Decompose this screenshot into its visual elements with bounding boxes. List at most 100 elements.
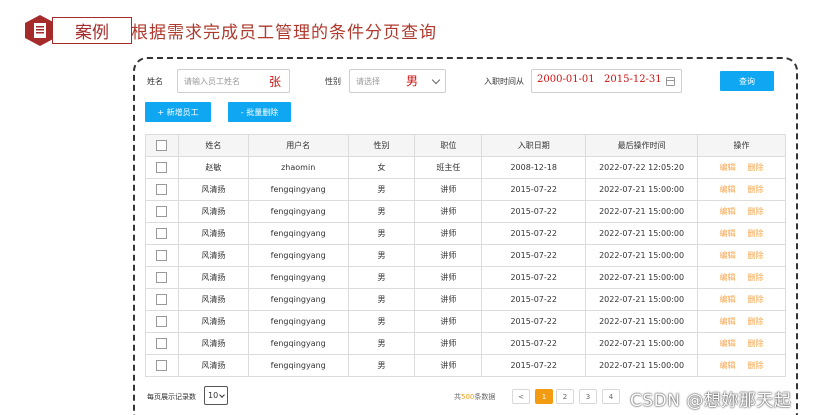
- hire-date-range-input[interactable]: 2000-01-01 2015-12-31: [531, 69, 682, 93]
- gender-label: 性别: [325, 77, 341, 86]
- edit-link[interactable]: 编辑: [720, 339, 736, 348]
- page-size-select[interactable]: 10: [204, 386, 228, 405]
- edit-link[interactable]: 编辑: [720, 207, 736, 216]
- page-size-value: 10: [208, 391, 219, 400]
- row-actions-cell: 编辑 删除: [697, 332, 786, 355]
- cell-last-modified: 2022-07-21 15:00:00: [585, 332, 699, 355]
- total-suffix: 条数据: [474, 393, 496, 401]
- page-button-4[interactable]: 4: [602, 389, 620, 404]
- prev-page-button[interactable]: <: [512, 389, 530, 404]
- name-input[interactable]: 请输入员工姓名 张: [177, 69, 290, 93]
- cell-position: 讲师: [414, 178, 483, 201]
- edit-link[interactable]: 编辑: [720, 185, 736, 194]
- cell-hire-date: 2015-07-22: [481, 244, 587, 267]
- cell-gender: 男: [347, 200, 416, 223]
- delete-link[interactable]: 删除: [748, 163, 764, 172]
- edit-link[interactable]: 编辑: [720, 295, 736, 304]
- edit-link[interactable]: 编辑: [720, 273, 736, 282]
- delete-link[interactable]: 删除: [748, 317, 764, 326]
- cell-hire-date: 2015-07-22: [481, 200, 587, 223]
- row-checkbox[interactable]: [156, 162, 168, 173]
- delete-link[interactable]: 删除: [748, 295, 764, 304]
- cell-last-modified: 2022-07-21 15:00:00: [585, 288, 699, 311]
- page-button-2[interactable]: 2: [556, 389, 574, 404]
- header-actions: 操作: [697, 134, 786, 157]
- row-actions-cell: 编辑 删除: [697, 222, 786, 245]
- table-row: 风清扬 fengqingyang 男讲师 2015-07-22 2022-07-21 1…: [145, 266, 786, 289]
- cell-username: fengqingyang: [247, 266, 349, 289]
- table-row: 风清扬 fengqingyang 男讲师 2015-07-22 2022-07-21 1…: [145, 244, 786, 267]
- header-gender: 性别: [347, 134, 416, 157]
- row-checkbox[interactable]: [156, 316, 168, 327]
- table-row: 风清扬 fengqingyang 男讲师 2015-07-22 2022-07-21 1…: [145, 310, 786, 333]
- row-checkbox[interactable]: [156, 360, 168, 371]
- cell-name: 风清扬: [177, 244, 249, 267]
- delete-link[interactable]: 删除: [748, 185, 764, 194]
- row-actions-cell: 编辑 删除: [697, 244, 786, 267]
- cell-position: 讲师: [414, 332, 483, 355]
- delete-link[interactable]: 删除: [748, 229, 764, 238]
- total-count-text: 共500条数据: [454, 392, 495, 402]
- delete-link[interactable]: 删除: [748, 273, 764, 282]
- cell-gender: 男: [347, 354, 416, 377]
- cell-last-modified: 2022-07-21 15:00:00: [585, 244, 699, 267]
- cell-username: fengqingyang: [247, 288, 349, 311]
- row-actions-cell: 编辑 删除: [697, 266, 786, 289]
- cell-username: fengqingyang: [247, 178, 349, 201]
- table-body: 赵敏 zhaomin 女班主任 2008-12-18 2022-07-22 12:05:…: [145, 156, 786, 377]
- cell-hire-date: 2015-07-22: [481, 310, 587, 333]
- add-employee-button[interactable]: + 新增员工: [145, 102, 211, 122]
- cell-gender: 男: [347, 244, 416, 267]
- batch-delete-button[interactable]: - 批量删除: [228, 102, 291, 122]
- table-row: 风清扬 fengqingyang 男讲师 2015-07-22 2022-07-21 1…: [145, 332, 786, 355]
- cell-gender: 男: [347, 222, 416, 245]
- cell-last-modified: 2022-07-21 15:00:00: [585, 310, 699, 333]
- row-checkbox[interactable]: [156, 206, 168, 217]
- cell-username: fengqingyang: [247, 222, 349, 245]
- page-button-1[interactable]: 1: [535, 389, 553, 404]
- delete-link[interactable]: 删除: [748, 207, 764, 216]
- edit-link[interactable]: 编辑: [720, 317, 736, 326]
- edit-link[interactable]: 编辑: [720, 361, 736, 370]
- cell-username: zhaomin: [247, 156, 349, 179]
- cell-position: 讲师: [414, 222, 483, 245]
- cell-username: fengqingyang: [247, 310, 349, 333]
- page-title: 根据需求完成员工管理的条件分页查询: [131, 23, 437, 43]
- hire-date-from-label: 从: [516, 77, 524, 86]
- cell-gender: 女: [347, 156, 416, 179]
- cell-gender: 男: [347, 178, 416, 201]
- total-prefix: 共: [454, 393, 461, 401]
- select-all-checkbox[interactable]: [156, 140, 168, 151]
- date-start-value: 2000-01-01: [537, 74, 595, 85]
- cell-position: 班主任: [414, 156, 483, 179]
- delete-link[interactable]: 删除: [748, 339, 764, 348]
- row-checkbox[interactable]: [156, 250, 168, 261]
- chevron-down-icon: [431, 75, 441, 85]
- row-select-cell: [145, 200, 179, 223]
- delete-link[interactable]: 删除: [748, 361, 764, 370]
- edit-link[interactable]: 编辑: [720, 163, 736, 172]
- table-row: 赵敏 zhaomin 女班主任 2008-12-18 2022-07-22 12:05:…: [145, 156, 786, 179]
- row-select-cell: [145, 332, 179, 355]
- cell-username: fengqingyang: [247, 244, 349, 267]
- row-checkbox[interactable]: [156, 272, 168, 283]
- edit-link[interactable]: 编辑: [720, 229, 736, 238]
- cell-gender: 男: [347, 310, 416, 333]
- table-row: 风清扬 fengqingyang 男讲师 2015-07-22 2022-07-21 1…: [145, 222, 786, 245]
- cell-gender: 男: [347, 332, 416, 355]
- page-button-3[interactable]: 3: [579, 389, 597, 404]
- query-button[interactable]: 查询: [720, 71, 774, 91]
- row-checkbox[interactable]: [156, 294, 168, 305]
- cell-last-modified: 2022-07-22 12:05:20: [585, 156, 699, 179]
- row-checkbox[interactable]: [156, 184, 168, 195]
- delete-link[interactable]: 删除: [748, 251, 764, 260]
- gender-select[interactable]: 请选择 男: [349, 69, 446, 93]
- row-checkbox[interactable]: [156, 228, 168, 239]
- name-placeholder: 请输入员工姓名: [184, 76, 240, 86]
- edit-link[interactable]: 编辑: [720, 251, 736, 260]
- cell-last-modified: 2022-07-21 15:00:00: [585, 354, 699, 377]
- cell-last-modified: 2022-07-21 15:00:00: [585, 178, 699, 201]
- table-row: 风清扬 fengqingyang 男讲师 2015-07-22 2022-07-21 1…: [145, 288, 786, 311]
- row-select-cell: [145, 156, 179, 179]
- row-checkbox[interactable]: [156, 338, 168, 349]
